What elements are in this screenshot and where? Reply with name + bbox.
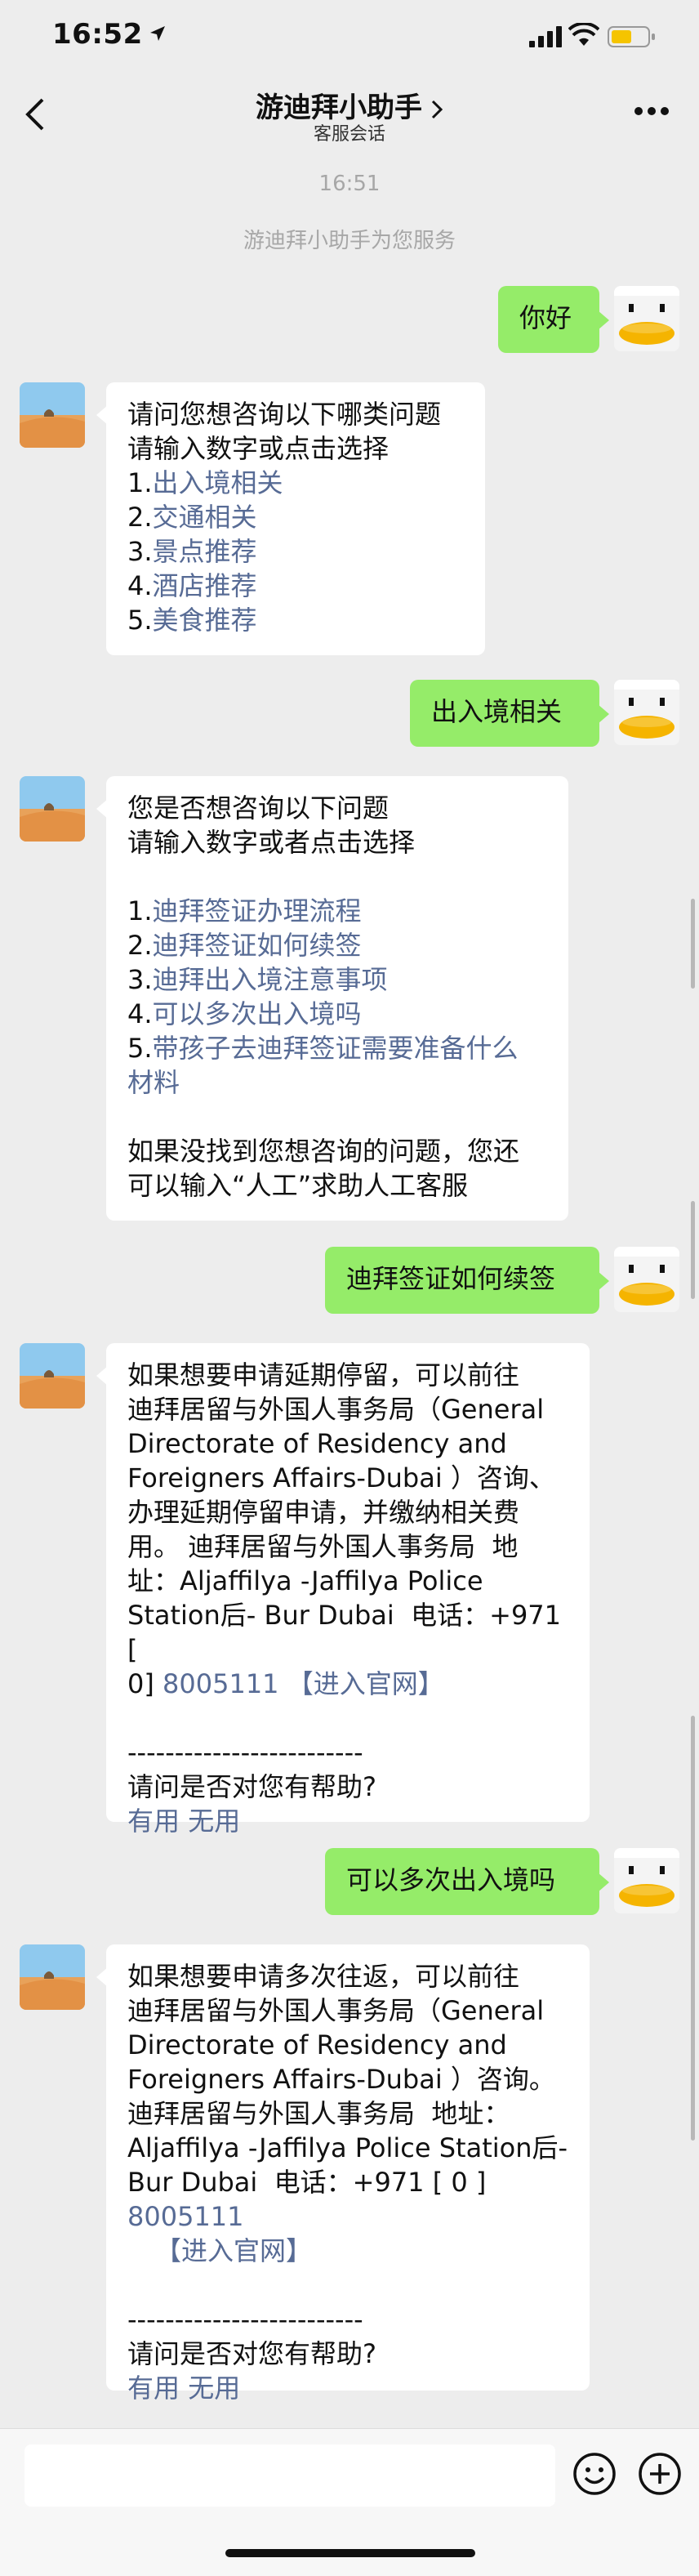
useless-feedback-link[interactable]: 无用	[188, 2373, 240, 2404]
option-link[interactable]: 可以多次出入境吗	[153, 998, 362, 1029]
user-message-bubble[interactable]: 可以多次出入境吗	[325, 1848, 609, 1915]
option-link[interactable]: 美食推荐	[153, 605, 257, 636]
menu-option: 4.酒店推荐	[127, 570, 257, 601]
menu-option: 1.出入境相关	[127, 467, 283, 498]
user-message-bubble[interactable]: 出入境相关	[410, 680, 609, 747]
divider: -------------------------	[127, 1737, 363, 1768]
message-text: Station后- Bur Dubai 电话：+971 [	[127, 1600, 570, 1665]
official-site-link[interactable]: 【进入官网】	[155, 2235, 312, 2266]
home-indicator	[225, 2549, 475, 2557]
message-text: Foreigners Affairs-Dubai ）咨询。	[127, 2064, 555, 2095]
message-text: 用。 迪拜居留与外国人事务局 地	[127, 1531, 519, 1562]
menu-option: 3.迪拜出入境注意事项	[127, 964, 388, 995]
divider: -------------------------	[127, 2304, 363, 2335]
menu-option: 2.迪拜签证如何续签	[127, 930, 362, 961]
bot-avatar[interactable]	[20, 382, 85, 448]
message-text: Directorate of Residency and	[127, 1428, 507, 1459]
useful-feedback-link[interactable]: 有用	[127, 1806, 180, 1837]
message-text: 请输入数字或者点击选择	[127, 827, 416, 858]
message-input[interactable]	[24, 2444, 555, 2507]
scrollbar[interactable]	[691, 1716, 695, 2141]
option-link[interactable]: 迪拜签证办理流程	[153, 895, 362, 926]
menu-option: 1.迪拜签证办理流程	[127, 895, 362, 926]
wifi-icon	[568, 23, 599, 46]
phone-link[interactable]: 8005111	[127, 2201, 244, 2232]
message-timestamp: 16:51	[318, 172, 381, 196]
option-link[interactable]: 酒店推荐	[153, 570, 257, 601]
plus-icon[interactable]	[637, 2451, 683, 2497]
option-link[interactable]: 交通相关	[153, 502, 257, 533]
menu-option: 5.美食推荐	[127, 605, 257, 636]
message-text: Directorate of Residency and	[127, 2029, 507, 2060]
user-avatar[interactable]	[614, 680, 679, 745]
scrollbar[interactable]	[691, 899, 695, 989]
bot-message-bubble[interactable]: 请问您想咨询以下哪类问题 请输入数字或点击选择 1.出入境相关 2.交通相关 3…	[96, 382, 485, 655]
bot-avatar[interactable]	[20, 1944, 85, 2010]
service-notice: 游迪拜小助手为您服务	[243, 229, 456, 253]
message-text: 请输入数字或点击选择	[127, 433, 390, 464]
message-text: 如果想要申请延期停留，可以前往	[127, 1359, 520, 1391]
user-message-bubble[interactable]: 你好	[498, 286, 609, 353]
option-link[interactable]: 出入境相关	[153, 467, 283, 498]
message-text: 迪拜居留与外国人事务局（General	[127, 1995, 545, 2026]
more-options-icon[interactable]	[634, 106, 670, 116]
message-text: 请问您想咨询以下哪类问题	[127, 399, 442, 430]
option-link[interactable]: 迪拜出入境注意事项	[153, 964, 388, 995]
scrollbar[interactable]	[691, 1201, 695, 1299]
bot-message-bubble[interactable]: 如果想要申请延期停留，可以前往 迪拜居留与外国人事务局（General Dire…	[96, 1343, 590, 1837]
option-link[interactable]: 景点推荐	[153, 536, 257, 567]
message-text: 您是否想咨询以下问题	[127, 792, 390, 824]
chat-subtitle: 客服会话	[313, 124, 385, 145]
user-avatar[interactable]	[614, 1848, 679, 1913]
menu-option: 2.交通相关	[127, 502, 257, 533]
battery-icon	[608, 26, 655, 47]
message-text: 请问是否对您有帮助?	[127, 1771, 376, 1802]
menu-option: 3.景点推荐	[127, 536, 257, 567]
option-link[interactable]: 迪拜签证如何续签	[153, 930, 362, 961]
menu-option: 5.带孩子去迪拜签证需要准备什么	[127, 1033, 519, 1064]
message-text: Foreigners Affairs-Dubai ）咨询、	[127, 1462, 555, 1493]
bot-message-bubble[interactable]: 如果想要申请多次往返，可以前往 迪拜居留与外国人事务局（General Dire…	[96, 1944, 590, 2404]
user-avatar[interactable]	[614, 286, 679, 351]
option-link[interactable]: 材料	[127, 1065, 547, 1100]
message-text: Aljaffilya -Jaffilya Police Station后-	[127, 2132, 568, 2163]
message-text: 迪拜居留与外国人事务局（General	[127, 1394, 545, 1425]
user-avatar[interactable]	[614, 1247, 679, 1312]
message-text: 迪拜签证如何续签	[346, 1263, 556, 1294]
useless-feedback-link[interactable]: 无用	[188, 1806, 240, 1837]
user-message-bubble[interactable]: 迪拜签证如何续签	[325, 1247, 609, 1314]
message-text: 迪拜居留与外国人事务局 地址：	[127, 2098, 510, 2129]
message-text: 你好	[519, 302, 572, 333]
message-text: 出入境相关	[431, 696, 563, 727]
message-text: 如果没找到您想咨询的问题，您还	[127, 1136, 520, 1167]
useful-feedback-link[interactable]: 有用	[127, 2373, 180, 2404]
bot-avatar[interactable]	[20, 1343, 85, 1409]
message-text: 可以多次出入境吗	[346, 1864, 556, 1895]
option-link[interactable]: 带孩子去迪拜签证需要准备什么	[153, 1033, 519, 1064]
message-text: 办理延期停留申请，并缴纳相关费	[127, 1497, 520, 1528]
message-text: 请问是否对您有帮助?	[127, 2338, 376, 2369]
emoji-icon[interactable]	[572, 2451, 617, 2497]
official-site-link[interactable]: 【进入官网】	[287, 1668, 444, 1699]
bot-message-bubble[interactable]: 您是否想咨询以下问题 请输入数字或者点击选择 1.迪拜签证办理流程 2.迪拜签证…	[96, 776, 568, 1221]
message-text: 如果想要申请多次往返，可以前往	[127, 1961, 520, 1992]
phone-link[interactable]: 8005111	[163, 1668, 279, 1699]
chevron-right-icon	[431, 100, 443, 118]
message-text: 可以输入“人工”求助人工客服	[127, 1170, 469, 1201]
menu-option: 4.可以多次出入境吗	[127, 998, 362, 1029]
status-time: 16:52	[52, 18, 143, 51]
bot-avatar[interactable]	[20, 776, 85, 842]
cellular-signal-icon	[529, 26, 562, 47]
location-arrow-icon	[150, 26, 165, 41]
message-text: 址：Aljaffilya -Jaffilya Police	[127, 1565, 483, 1596]
